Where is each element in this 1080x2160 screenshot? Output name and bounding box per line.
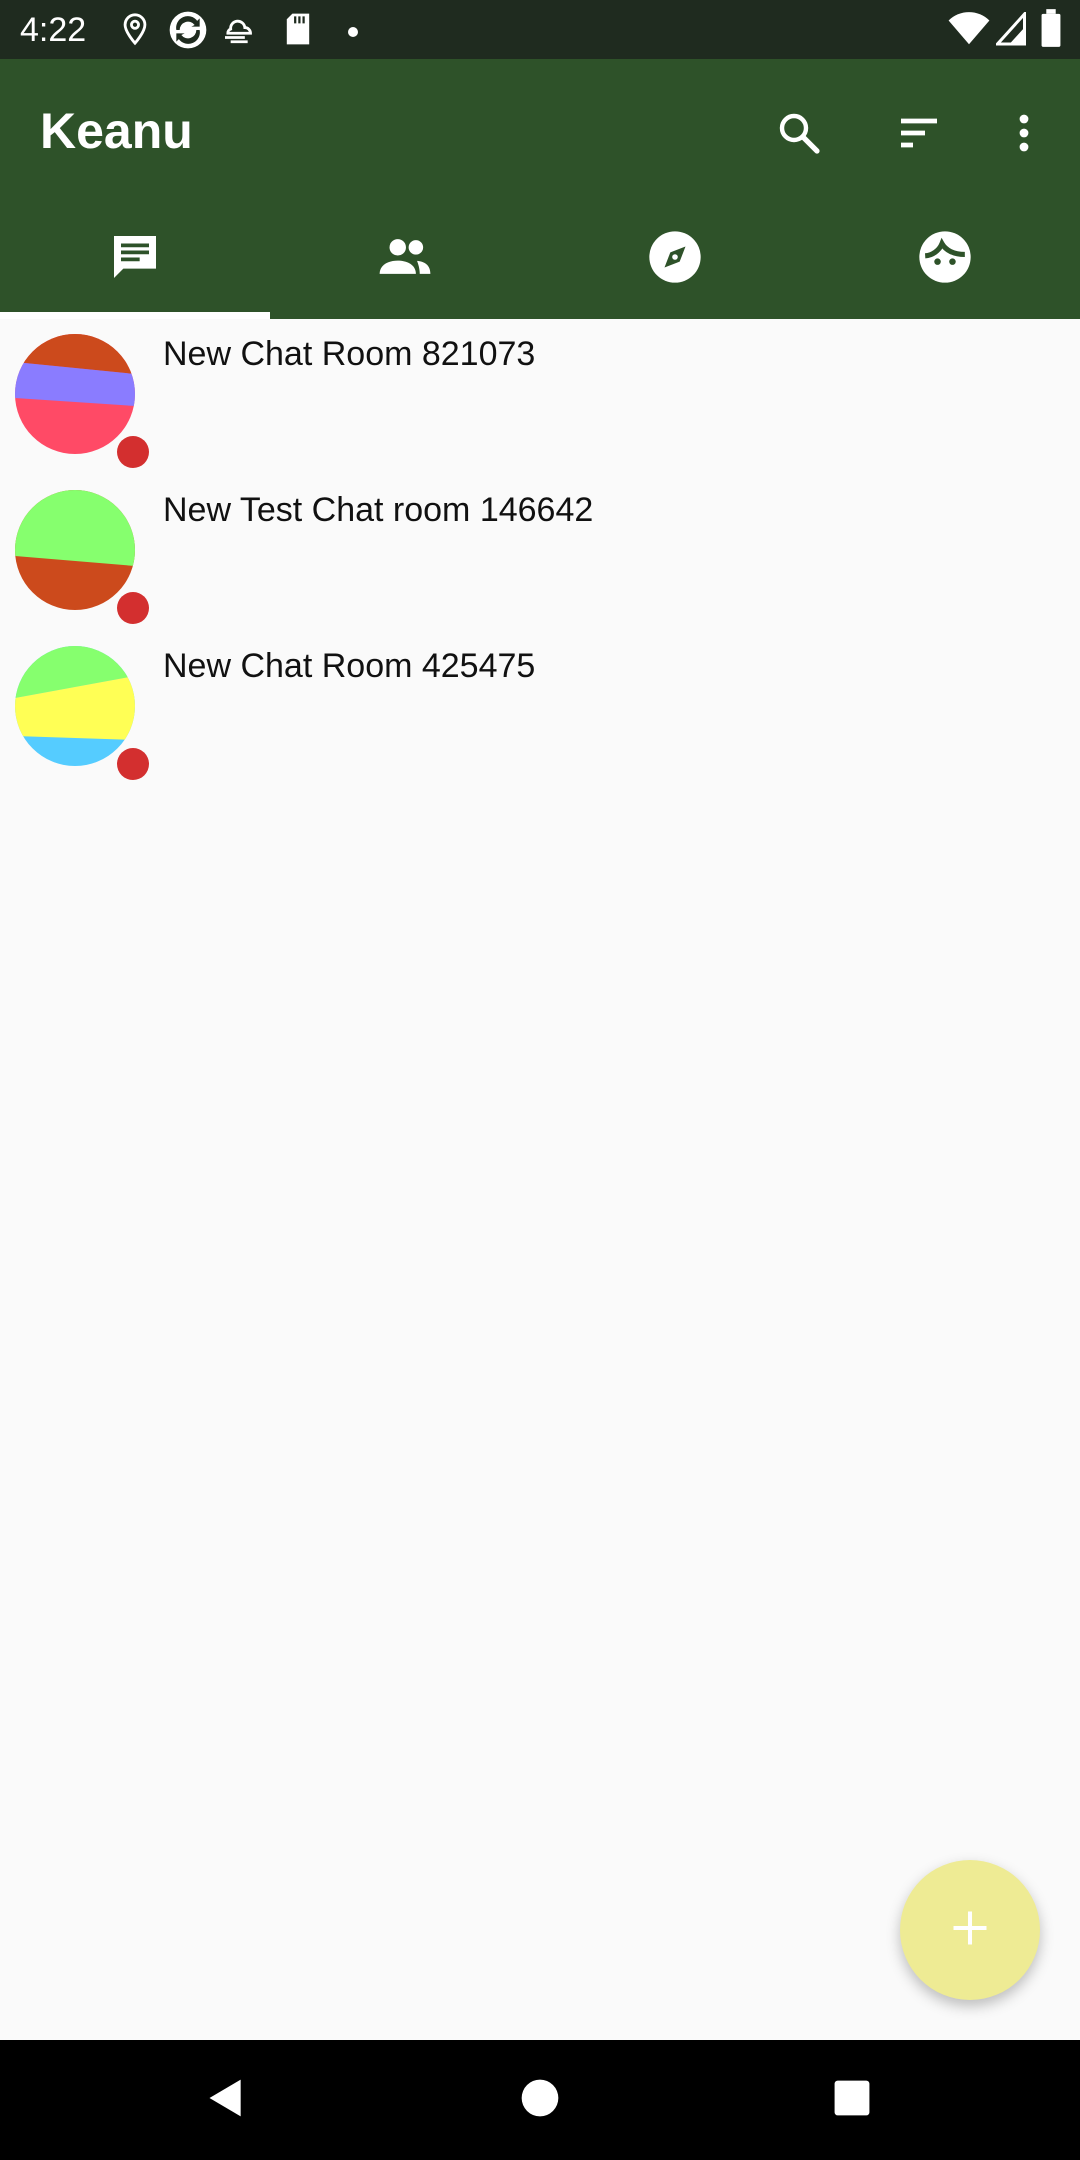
room-avatar xyxy=(15,334,149,468)
tab-contacts[interactable] xyxy=(270,199,540,319)
tab-explore[interactable] xyxy=(540,199,810,319)
room-list-item[interactable]: New Chat Room 821073 xyxy=(0,319,1080,475)
app-title: Keanu xyxy=(40,103,193,159)
screen: 4:22 Keanu New Chat Room 821073 New Test… xyxy=(0,0,1080,2160)
status-bar: 4:22 xyxy=(0,0,1080,59)
more-options-button[interactable] xyxy=(988,99,1060,171)
sort-button[interactable] xyxy=(883,99,955,171)
sd-card-icon xyxy=(284,12,312,51)
room-name: New Test Chat room 146642 xyxy=(163,491,594,529)
home-icon xyxy=(520,2078,560,2123)
recents-icon xyxy=(833,2079,871,2122)
app-bar: Keanu xyxy=(0,59,1080,199)
more-vert-icon xyxy=(1000,109,1048,162)
signal-icon xyxy=(994,10,1026,51)
room-list-item[interactable]: New Chat Room 425475 xyxy=(0,631,1080,787)
sort-icon xyxy=(895,109,943,162)
system-nav-bar xyxy=(0,2040,1080,2160)
room-avatar xyxy=(15,490,149,624)
back-icon xyxy=(204,2076,248,2125)
sync-app-icon xyxy=(168,10,208,55)
tab-selected-indicator xyxy=(0,312,270,319)
search-icon xyxy=(775,109,823,162)
new-room-fab[interactable] xyxy=(900,1860,1040,2000)
wifi-icon xyxy=(948,12,990,51)
room-avatar xyxy=(15,646,149,780)
status-time: 4:22 xyxy=(20,11,87,49)
chat-icon xyxy=(107,229,163,290)
back-button[interactable] xyxy=(186,2060,266,2140)
location-icon xyxy=(118,12,152,51)
battery-icon xyxy=(1040,8,1062,53)
notification-dot-icon xyxy=(348,24,358,42)
home-button[interactable] xyxy=(500,2060,580,2140)
unread-badge xyxy=(117,748,149,780)
room-list: New Chat Room 821073 New Test Chat room … xyxy=(0,319,1080,787)
contacts-icon xyxy=(376,228,434,291)
tab-profile[interactable] xyxy=(810,199,1080,319)
room-list-item[interactable]: New Test Chat room 146642 xyxy=(0,475,1080,631)
tab-chats[interactable] xyxy=(0,199,270,319)
tab-bar xyxy=(0,199,1080,319)
unread-badge xyxy=(117,436,149,468)
add-icon xyxy=(948,1906,992,1955)
recents-button[interactable] xyxy=(812,2060,892,2140)
room-name: New Chat Room 821073 xyxy=(163,335,536,373)
profile-face-icon xyxy=(917,229,973,290)
unread-badge xyxy=(117,592,149,624)
cloud-wind-icon xyxy=(222,12,262,51)
room-name: New Chat Room 425475 xyxy=(163,647,536,685)
explore-icon xyxy=(647,229,703,290)
search-button[interactable] xyxy=(763,99,835,171)
